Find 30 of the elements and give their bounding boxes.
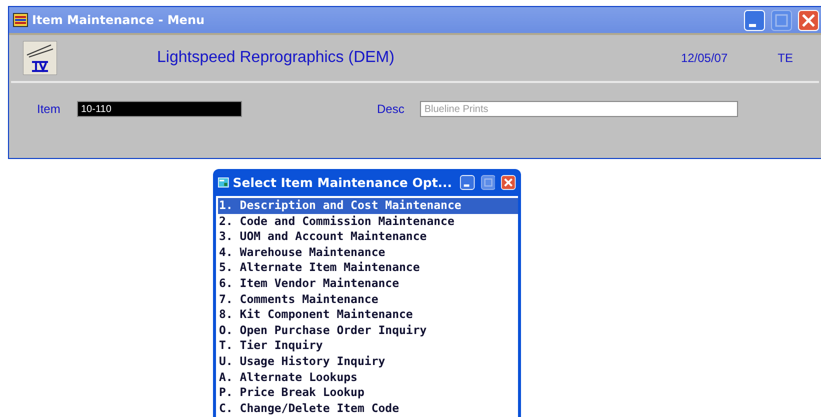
menu-option[interactable]: 2. Code and Commission Maintenance (218, 214, 518, 230)
menu-option[interactable]: 5. Alternate Item Maintenance (218, 260, 518, 276)
menu-option[interactable]: 6. Item Vendor Maintenance (218, 276, 518, 292)
minimize-button[interactable] (744, 10, 765, 30)
dialog-title: Select Item Maintenance Opt... (232, 175, 452, 190)
company-name: Lightspeed Reprographics (DEM) (157, 49, 394, 67)
input-field[interactable]: 10-110 (77, 101, 242, 117)
menu-option[interactable]: O. Open Purchase Order Inquiry (218, 322, 518, 338)
user-code: TE (778, 51, 793, 65)
date-text: 12/05/07 (680, 51, 728, 65)
field-label: Desc (377, 102, 404, 116)
menu-option[interactable]: 3. UOM and Account Maintenance (218, 229, 518, 245)
menu-option[interactable]: A. Alternate Lookups (218, 370, 518, 386)
menu-option[interactable]: P. Price Break Lookup (218, 385, 518, 401)
logo-icon (23, 41, 57, 75)
close-button[interactable] (798, 10, 819, 30)
dialog-icon (218, 176, 229, 189)
menu-option[interactable]: 4. Warehouse Maintenance (218, 244, 518, 260)
app-icon (13, 13, 28, 27)
close-button[interactable] (501, 173, 516, 192)
menu-option[interactable]: 1. Description and Cost Maintenance (218, 198, 518, 214)
window-title: Item Maintenance - Menu (32, 13, 205, 27)
menu-option[interactable]: 7. Comments Maintenance (218, 292, 518, 308)
minimize-button[interactable] (460, 173, 475, 192)
menu-option[interactable]: C. Change/Delete Item Code (218, 400, 518, 416)
maximize-button[interactable] (480, 173, 496, 192)
menu-option[interactable]: U. Usage History Inquiry (218, 354, 518, 370)
field-label: Item (37, 102, 62, 116)
menu-option[interactable]: 8. Kit Component Maintenance (218, 307, 518, 323)
menu-option[interactable]: T. Tier Inquiry (218, 338, 518, 354)
